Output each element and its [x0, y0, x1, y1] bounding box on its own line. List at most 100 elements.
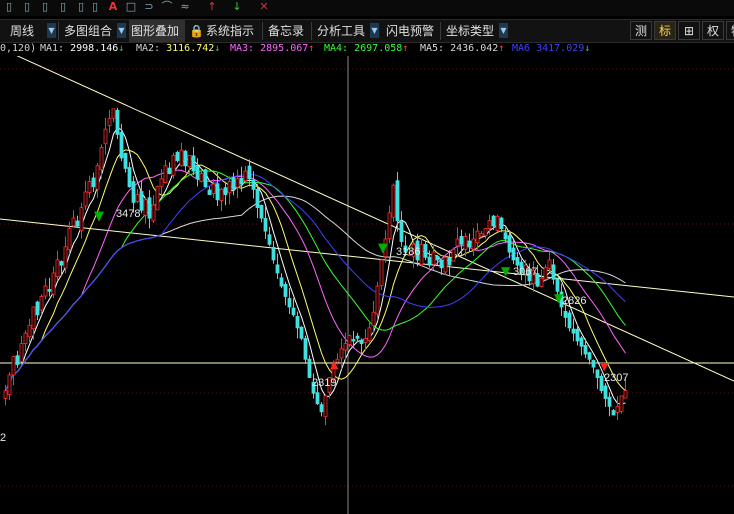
candle-body — [299, 326, 304, 339]
candle-body — [603, 385, 608, 399]
candle-body — [219, 188, 224, 202]
ma5-value: 2436.042 — [450, 43, 499, 54]
menu-axis-type[interactable]: 坐标类型 — [444, 20, 496, 42]
ma-params: 0,120) — [0, 43, 37, 54]
candle-body — [619, 395, 624, 412]
candle-body — [503, 232, 508, 240]
trend-line-long[interactable] — [0, 56, 734, 382]
candle-body — [223, 187, 228, 195]
dropdown-arrow-icon[interactable]: ▼ — [499, 23, 508, 38]
grid — [0, 68, 734, 487]
ma1-arrow: ↓ — [118, 43, 125, 54]
candle-body — [467, 240, 472, 248]
kline-chart[interactable]: ▼ 3478 ▼ 3186 ▼ 3067 ▼ 2826 ▲ 2319 ▼ 230… — [0, 56, 734, 514]
candle-body — [363, 337, 368, 343]
bars-icon[interactable]: ▯ — [2, 0, 16, 14]
candle-body — [91, 177, 96, 188]
bars-icon[interactable]: ▯ — [88, 0, 102, 14]
candle-body — [15, 355, 20, 365]
candle-body — [379, 259, 384, 286]
divider — [262, 22, 263, 40]
menu-memo[interactable]: 备忘录 — [266, 20, 306, 42]
candle-body — [287, 298, 292, 308]
special-button[interactable]: 特 — [726, 21, 734, 40]
candle-body — [11, 356, 16, 376]
candle-body — [231, 177, 236, 190]
dropdown-arrow-icon[interactable]: ▼ — [370, 23, 379, 38]
bars-icon[interactable]: ▯ — [56, 0, 70, 14]
candle-body — [295, 316, 300, 329]
menu-analysis-tools[interactable]: 分析工具 — [315, 20, 367, 42]
ma6-value: 3417.029 — [536, 43, 585, 54]
candle-body — [111, 108, 116, 119]
candle-body — [563, 310, 568, 318]
candle-body — [515, 257, 520, 266]
candle-body — [155, 186, 160, 211]
candle-body — [23, 332, 28, 344]
candle-body — [247, 165, 252, 180]
bars-icon[interactable]: ▯ — [20, 0, 34, 14]
candle-body — [595, 369, 600, 378]
candle-body — [423, 244, 428, 258]
candle-body — [391, 184, 396, 218]
candle-body — [495, 215, 500, 231]
candle-body — [31, 306, 36, 330]
candle-body — [447, 257, 452, 266]
price-annotations: ▼ 3478 ▼ 3186 ▼ 3067 ▼ 2826 ▲ 2319 ▼ 230… — [0, 208, 628, 444]
candle-body — [463, 235, 468, 250]
candle-body — [359, 339, 364, 344]
fan-icon[interactable]: ≈ — [178, 0, 192, 14]
axis-edge-label: 2 — [0, 432, 6, 444]
candle-body — [151, 204, 156, 222]
candle-body — [555, 278, 560, 292]
ma2-label: MA2: — [136, 43, 161, 54]
measure-button[interactable]: 测 — [630, 21, 652, 40]
letter-a-icon[interactable]: A — [106, 0, 120, 14]
ma3: MA3: 2895.067↑ — [230, 42, 314, 55]
menu-overlay[interactable]: 图形叠加 — [129, 20, 185, 42]
candle-body — [591, 360, 596, 368]
grid-icon[interactable]: ⊞ — [678, 21, 700, 40]
rectangle-icon[interactable]: □ — [124, 0, 138, 14]
menu-multi-chart[interactable]: 多图组合 — [62, 20, 114, 42]
candle-body — [3, 390, 8, 399]
candle-body — [427, 256, 432, 266]
down-arrow-icon[interactable]: ↓ — [230, 0, 244, 14]
candle-body — [347, 335, 352, 345]
mark-button[interactable]: 标 — [654, 21, 676, 40]
menu-bar: 周线 ▼ 多图组合 ▼ 图形叠加 🔒 系统指示 备忘录 分析工具 ▼ 闪电预警 … — [0, 19, 734, 43]
ma2-arrow: ↓ — [214, 43, 221, 54]
ma1: MA1: 2998.146↓ — [40, 42, 124, 55]
candle-body — [355, 335, 360, 339]
candle-body — [279, 277, 284, 287]
candle-body — [199, 173, 204, 182]
candle-body — [87, 181, 92, 193]
candle-body — [599, 375, 604, 392]
candle-body — [435, 255, 440, 261]
bars-icon[interactable]: ▯ — [38, 0, 52, 14]
candle-body — [175, 151, 180, 161]
candle-body — [323, 395, 328, 418]
bars-icon[interactable]: ▯ — [74, 0, 88, 14]
rights-button[interactable]: 权 — [702, 21, 724, 40]
candle-body — [351, 339, 356, 342]
menu-indicators[interactable]: 系统指示 — [204, 20, 256, 42]
ma4: MA4: 2697.058↑ — [324, 42, 408, 55]
ma1-label: MA1: — [40, 43, 65, 54]
dropdown-arrow-icon[interactable]: ▼ — [117, 23, 126, 38]
divider — [440, 22, 441, 40]
dropdown-arrow-icon[interactable]: ▼ — [47, 23, 56, 38]
menu-alert[interactable]: 闪电预警 — [384, 20, 436, 42]
candle-body — [251, 179, 256, 190]
candle-body — [443, 256, 448, 273]
up-arrow-icon[interactable]: ↑ — [205, 0, 219, 14]
peak-label-2826: 2826 — [562, 295, 586, 307]
candle-body — [491, 215, 496, 227]
arc-icon[interactable]: ⌒ — [160, 0, 174, 14]
delete-icon[interactable]: ✕ — [257, 0, 271, 14]
candle-body — [227, 181, 232, 194]
curve-icon[interactable]: ⊃ — [142, 0, 156, 14]
ma6: MA6 3417.029↓ — [512, 42, 590, 55]
menu-weekly[interactable]: 周线 — [8, 20, 36, 42]
candle-body — [255, 188, 260, 209]
